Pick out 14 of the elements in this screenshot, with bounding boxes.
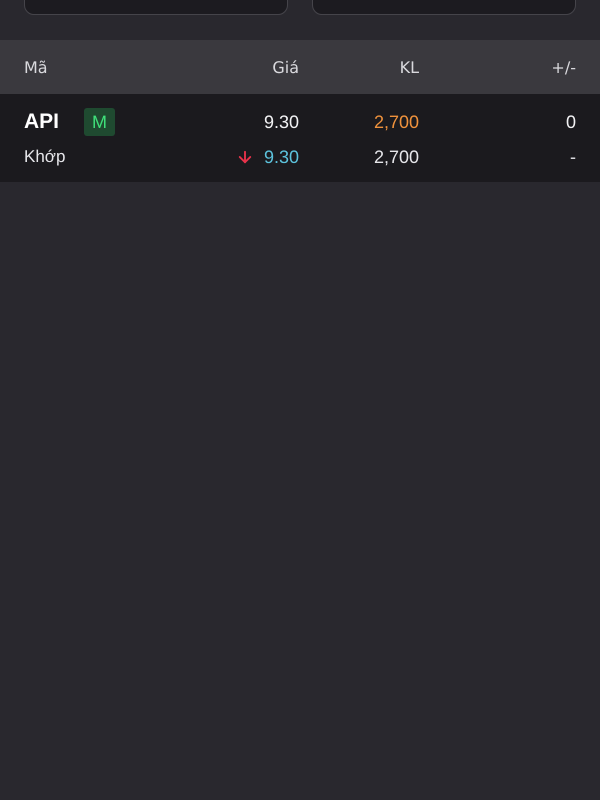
column-header: KL [400, 58, 419, 76]
column-header: Giá [272, 58, 299, 76]
volume: 2,700 [374, 112, 419, 132]
market-badge: M [84, 108, 116, 136]
change: 0 [566, 112, 576, 132]
column-header: +/- [551, 58, 576, 76]
match-volume: 2,700 [374, 146, 419, 168]
column-header: Mã [24, 58, 48, 76]
stock-row[interactable]: API M 9.30 2,700 0 Khớp 9.30 2,700 - [0, 94, 600, 182]
price: 9.30 [264, 112, 299, 132]
stock-symbol: API [24, 110, 60, 134]
match-price: 9.30 [264, 146, 299, 168]
match-label: Khớp [24, 147, 66, 167]
match-change: - [570, 146, 576, 168]
